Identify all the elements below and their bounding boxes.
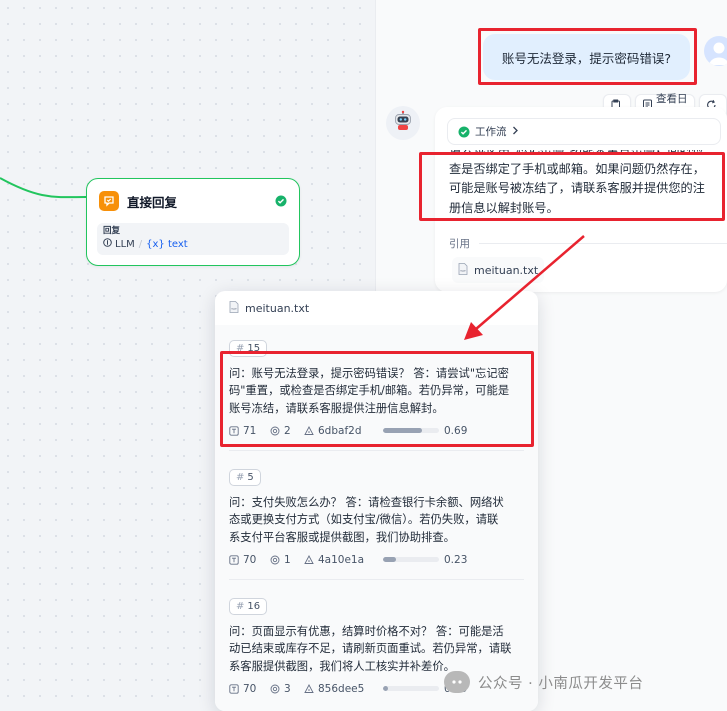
txt-file-icon: TXT <box>229 300 239 316</box>
word-count: 70 <box>229 683 270 695</box>
segment-id: 5 <box>247 472 254 483</box>
text-icon <box>229 684 239 694</box>
word-count: 70 <box>229 554 270 566</box>
segment-id: 16 <box>247 601 261 612</box>
robot-icon <box>392 110 414 136</box>
segment-divider <box>229 450 524 451</box>
score-bar <box>383 686 439 692</box>
user-avatar <box>704 36 727 66</box>
popup-file-name: meituan.txt <box>245 301 310 315</box>
success-check-icon <box>275 192 287 211</box>
node-title: 直接回复 <box>127 194 178 210</box>
score-bar <box>383 557 439 563</box>
workflow-label: 工作流 <box>475 126 507 138</box>
segment-line: 态或更换支付方式（如支付宝/微信）。若仍失败，请联 <box>229 513 499 527</box>
variable-separator: / <box>138 238 143 250</box>
segment-line: 动已结束或库存不足，请刷新页面重试。若仍异常，请联 <box>229 642 512 656</box>
watermark-text: 公众号 · 小南瓜开发平台 <box>478 675 644 692</box>
citation-label: 引用 <box>449 238 470 250</box>
wechat-logo-icon <box>444 671 470 693</box>
reply-node-icon <box>99 191 119 211</box>
highlight-box-segment <box>220 351 534 447</box>
target-icon <box>270 555 280 565</box>
node-reply-config[interactable]: 回复 LLM / {x} text <box>97 223 289 255</box>
chevron-right-icon <box>512 126 519 138</box>
variable-name: {x} text <box>146 238 188 250</box>
workflow-success-icon <box>458 126 475 138</box>
segment-hash: 856dee5 <box>304 683 383 695</box>
segment-line: 问：页面显示有优惠，结算时价格不对？ 答：可能是活 <box>229 625 504 638</box>
segment-divider <box>229 579 524 580</box>
citation-file-name: meituan.txt <box>474 263 539 277</box>
segment-id-badge: #5 <box>229 469 261 486</box>
relevance-score: 0.23 <box>383 554 467 566</box>
node-header: 直接回复 <box>99 190 287 212</box>
watermark: 公众号 · 小南瓜开发平台 <box>444 668 643 696</box>
highlight-box-question <box>478 28 697 85</box>
bot-avatar <box>386 106 420 140</box>
txt-file-icon: TXT <box>458 262 468 278</box>
segment-item[interactable]: #5 问：支付失败怎么办？ 答：请检查银行卡余额、网络状 态或更换支付方式（如支… <box>229 465 524 567</box>
segment-line: 问：支付失败怎么办？ 答：请检查银行卡余额、网络状 <box>229 496 504 509</box>
llm-icon <box>103 238 112 250</box>
hash-icon <box>304 554 314 564</box>
citation-divider <box>479 243 727 244</box>
segment-line: 系支付平台客服或提供截图，我们协助排查。 <box>229 530 455 544</box>
segment-text: 问：支付失败怎么办？ 答：请检查银行卡余额、网络状 态或更换支付方式（如支付宝/… <box>229 494 524 546</box>
workflow-process-toggle[interactable]: 工作流 <box>447 118 721 145</box>
highlight-box-answer <box>419 152 725 221</box>
citation-file-chip[interactable]: TXT meituan.txt <box>452 257 544 283</box>
text-icon <box>229 555 239 565</box>
direct-reply-node[interactable]: 直接回复 回复 LLM / {x} text <box>86 178 300 266</box>
segment-stats: 70 1 4a10e1a 0.23 <box>229 553 524 567</box>
hit-count: 3 <box>270 683 304 695</box>
hit-count: 1 <box>270 554 304 566</box>
reply-variable: LLM / {x} text <box>103 238 283 250</box>
hash-icon <box>304 683 314 693</box>
popup-header: TXT meituan.txt <box>215 291 538 325</box>
svg-text:TXT: TXT <box>459 269 466 273</box>
svg-text:TXT: TXT <box>230 307 237 311</box>
segment-id-badge: #16 <box>229 598 268 615</box>
segment-hash: 4a10e1a <box>304 554 383 566</box>
variable-source: LLM <box>115 238 135 250</box>
reply-label: 回复 <box>103 226 121 236</box>
target-icon <box>270 684 280 694</box>
